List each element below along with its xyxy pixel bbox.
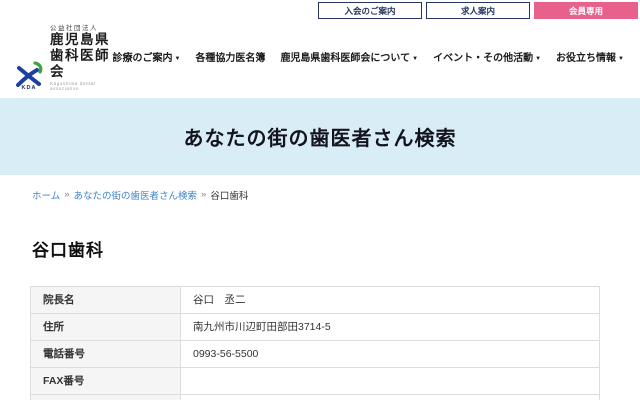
nav-item-label: 診療のご案内 bbox=[112, 52, 173, 64]
clinic-details-table: 院長名 谷口 丞二 住所 南九州市川辺町田部田3714-5 電話番号 0993-… bbox=[30, 285, 600, 400]
table-row-address: 住所 南九州市川辺町田部田3714-5 bbox=[30, 312, 600, 341]
row-value bbox=[180, 393, 600, 400]
row-label: ホームページ bbox=[30, 393, 181, 400]
kda-logo-text: KDA bbox=[21, 84, 37, 91]
org-name-english-label: Kagoshima dental association bbox=[50, 80, 96, 91]
row-value: 南九州市川辺町田部田3714-5 bbox=[180, 312, 600, 341]
main-nav: 診療のご案内 ▼ 各種協力医名簿 鹿児島県歯科医師会について ▼ イベント・その他活… bbox=[112, 49, 624, 64]
table-row-director: 院長名 谷口 丞二 bbox=[30, 285, 600, 314]
nav-item-about-association[interactable]: 鹿児島県歯科医師会について ▼ bbox=[280, 49, 418, 64]
row-value bbox=[180, 366, 600, 395]
org-name-label: 鹿児島県歯科医師会 bbox=[50, 32, 110, 80]
breadcrumb-search-link[interactable]: あなたの街の歯医者さん検索 bbox=[74, 188, 198, 202]
chevron-down-icon: ▼ bbox=[535, 55, 542, 62]
nav-item-useful-info[interactable]: お役立ち情報 ▼ bbox=[556, 49, 624, 64]
row-label: 電話番号 bbox=[30, 339, 181, 368]
row-value: 0993-56-5500 bbox=[180, 339, 600, 368]
nav-item-label: お役立ち情報 bbox=[556, 52, 617, 64]
kda-logo-icon bbox=[16, 60, 43, 87]
nav-item-cooperating-doctors-list[interactable]: 各種協力医名簿 bbox=[195, 49, 265, 64]
row-label: FAX番号 bbox=[30, 366, 181, 395]
row-label: 院長名 bbox=[30, 285, 181, 314]
org-type-label: 公益社団法人 bbox=[50, 25, 98, 32]
job-info-button[interactable]: 求人案内 bbox=[426, 2, 530, 19]
site-logo[interactable]: KDA 公益社団法人 鹿児島県歯科医師会 Kagoshima dental as… bbox=[14, 22, 112, 91]
breadcrumb-current-page: 谷口歯科 bbox=[210, 190, 249, 202]
row-label: 住所 bbox=[30, 312, 181, 341]
row-value: 谷口 丞二 bbox=[180, 285, 600, 314]
nav-item-label: 鹿児島県歯科医師会について bbox=[280, 52, 411, 64]
utility-bar: 入会のご案内 求人案内 会員専用 bbox=[0, 0, 640, 19]
chevron-down-icon: ▼ bbox=[412, 55, 419, 62]
membership-guide-button[interactable]: 入会のご案内 bbox=[318, 2, 422, 19]
members-only-button[interactable]: 会員専用 bbox=[534, 2, 638, 19]
clinic-name-heading: 谷口歯科 bbox=[32, 240, 104, 260]
breadcrumb-separator: » bbox=[201, 189, 207, 201]
table-row-homepage: ホームページ bbox=[30, 393, 600, 400]
nav-item-clinical-guide[interactable]: 診療のご案内 ▼ bbox=[112, 49, 180, 64]
logo-text-block: 公益社団法人 鹿児島県歯科医師会 Kagoshima dental associ… bbox=[50, 22, 112, 91]
hero-banner: あなたの街の歯医者さん検索 bbox=[0, 97, 640, 175]
breadcrumb: ホーム » あなたの街の歯医者さん検索 » 谷口歯科 bbox=[32, 188, 640, 202]
nav-item-label: 各種協力医名簿 bbox=[195, 52, 266, 64]
breadcrumb-separator: » bbox=[64, 189, 70, 201]
site-header: KDA 公益社団法人 鹿児島県歯科医師会 Kagoshima dental as… bbox=[0, 19, 640, 98]
table-row-fax: FAX番号 bbox=[30, 366, 600, 395]
page-title: あなたの街の歯医者さん検索 bbox=[183, 127, 457, 150]
nav-item-events-activities[interactable]: イベント・その他活動 ▼ bbox=[433, 49, 541, 64]
table-row-phone: 電話番号 0993-56-5500 bbox=[30, 339, 600, 368]
chevron-down-icon: ▼ bbox=[618, 55, 624, 62]
chevron-down-icon: ▼ bbox=[174, 55, 181, 62]
nav-item-label: イベント・その他活動 bbox=[433, 52, 534, 64]
kda-logo-mark: KDA bbox=[14, 60, 44, 91]
breadcrumb-home-link[interactable]: ホーム bbox=[32, 188, 60, 202]
